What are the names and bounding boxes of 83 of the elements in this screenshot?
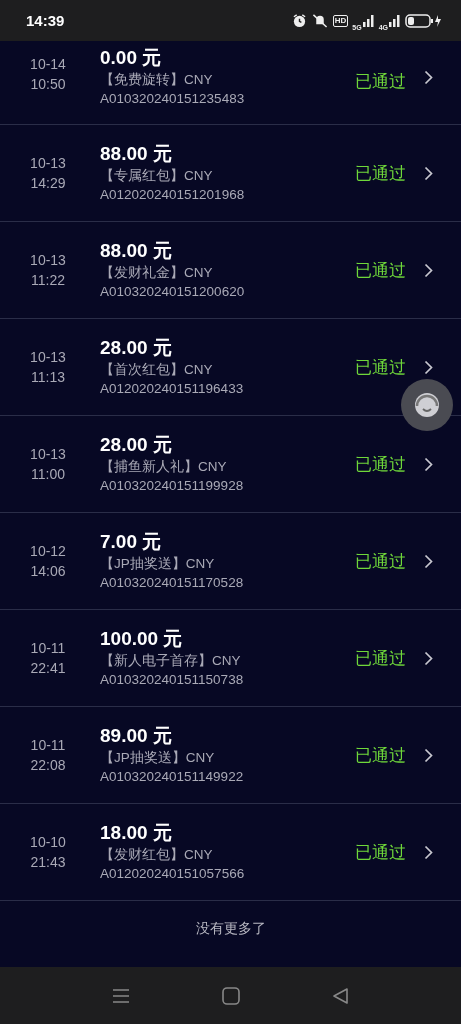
chevron-right-icon xyxy=(424,70,433,85)
record-date: 10-13 xyxy=(30,445,66,463)
record-date: 10-14 xyxy=(30,56,66,73)
customer-service-button[interactable] xyxy=(401,379,453,431)
amount-text: 28.00 元 xyxy=(100,433,173,457)
order-number-text: A012020240151057566 xyxy=(100,865,246,883)
clock-time: 14:39 xyxy=(26,12,65,29)
bonus-type-text: 【捕鱼新人礼】CNY xyxy=(100,458,228,476)
record-time: 11:13 xyxy=(31,368,65,386)
record-row[interactable]: 10-13 11:22 88.00 元 【发财礼金】CNY A010320240151200620 已通过 xyxy=(0,222,461,319)
chevron-right-icon xyxy=(424,747,433,763)
record-row[interactable]: 10-12 14:06 7.00 元 【JP抽奖送】CNY A010320240151170528 已通过 xyxy=(0,513,461,610)
chevron-right-icon xyxy=(424,553,433,569)
signal-icon xyxy=(362,14,375,27)
record-row[interactable]: 10-10 21:43 18.00 元 【发财红包】CNY A012020240151057566 已通过 xyxy=(0,804,461,901)
amount-text: 0.00 元 xyxy=(100,46,163,70)
amount-text: 88.00 元 xyxy=(100,239,173,263)
bonus-type-text: 【发财红包】CNY xyxy=(100,846,214,864)
status-text: 已通过 xyxy=(355,258,406,282)
muted-bell-icon xyxy=(310,13,329,28)
amount-text: 89.00 元 xyxy=(100,724,173,748)
record-time: 22:08 xyxy=(30,756,66,774)
hd-badge: HD xyxy=(332,14,349,27)
record-date: 10-11 xyxy=(30,736,66,754)
order-number-text: A010320240151235483 xyxy=(100,90,246,108)
record-time: 14:06 xyxy=(30,562,66,580)
order-number-text: A012020240151196433 xyxy=(100,380,245,398)
amount-text: 7.00 元 xyxy=(100,530,163,554)
bonus-type-text: 【JP抽奖送】CNY xyxy=(100,555,216,573)
bonus-type-text: 【发财礼金】CNY xyxy=(100,264,214,282)
bonus-type-text: 【新人电子首存】CNY xyxy=(100,652,242,670)
bonus-type-text: 【专属红包】CNY xyxy=(100,167,214,185)
status-text: 已通过 xyxy=(355,549,406,573)
record-time: 10:50 xyxy=(30,76,66,93)
amount-text: 88.00 元 xyxy=(100,142,173,166)
record-row[interactable]: 10-13 14:29 88.00 元 【专属红包】CNY A012020240151201968 已通过 xyxy=(0,125,461,222)
status-text: 已通过 xyxy=(355,743,406,767)
record-row[interactable]: 10-11 22:08 89.00 元 【JP抽奖送】CNY A010320240151149922 已通过 xyxy=(0,707,461,804)
battery-charging-icon xyxy=(405,13,441,28)
bonus-type-text: 【JP抽奖送】CNY xyxy=(100,749,216,767)
back-icon[interactable] xyxy=(332,986,349,1005)
chevron-right-icon xyxy=(424,165,433,181)
record-time: 21:43 xyxy=(30,853,66,871)
home-icon[interactable] xyxy=(222,986,240,1005)
order-number-text: A010320240151170528 xyxy=(100,574,245,592)
alarm-icon xyxy=(291,13,307,28)
record-row[interactable]: 10-11 22:41 100.00 元 【新人电子首存】CNY A010320240151150738 已通过 xyxy=(0,610,461,707)
record-date: 10-13 xyxy=(30,251,66,269)
record-time: 14:29 xyxy=(30,174,66,192)
record-time: 11:00 xyxy=(31,465,65,483)
record-date: 10-13 xyxy=(30,348,66,366)
chevron-right-icon xyxy=(424,359,433,375)
status-text: 已通过 xyxy=(355,161,406,185)
status-text: 已通过 xyxy=(355,452,406,476)
record-row[interactable]: 10-14 10:50 0.00 元 【免费旋转】CNY A010320240151235483 已通过 xyxy=(0,41,461,125)
status-text: 已通过 xyxy=(355,646,406,670)
amount-text: 100.00 元 xyxy=(100,627,184,651)
bonus-type-text: 【首次红包】CNY xyxy=(100,361,214,379)
record-date: 10-10 xyxy=(30,833,66,851)
order-number-text: A010320240151149922 xyxy=(100,768,245,786)
record-time: 22:41 xyxy=(30,659,66,677)
record-date: 10-13 xyxy=(30,154,66,172)
order-number-text: A010320240151150738 xyxy=(100,671,245,689)
amount-text: 18.00 元 xyxy=(100,821,173,845)
status-text: 已通过 xyxy=(355,70,406,93)
amount-text: 28.00 元 xyxy=(100,336,173,360)
status-text: 已通过 xyxy=(355,355,406,379)
chevron-right-icon xyxy=(424,262,433,278)
bonus-type-text: 【免费旋转】CNY xyxy=(100,71,214,89)
signal-icon xyxy=(389,14,401,27)
order-number-text: A010320240151200620 xyxy=(100,283,246,301)
status-text: 已通过 xyxy=(355,840,406,864)
record-date: 10-11 xyxy=(30,639,66,657)
order-number-text: A010320240151199928 xyxy=(100,477,245,495)
chevron-right-icon xyxy=(424,456,433,472)
end-of-list-text: 没有更多了 xyxy=(195,920,266,938)
record-date: 10-12 xyxy=(30,542,66,560)
headset-icon xyxy=(412,390,442,420)
chevron-right-icon xyxy=(424,650,433,666)
order-number-text: A012020240151201968 xyxy=(100,186,246,204)
menu-icon[interactable] xyxy=(112,987,130,1004)
chevron-right-icon xyxy=(424,844,433,860)
record-time: 11:22 xyxy=(31,271,65,289)
